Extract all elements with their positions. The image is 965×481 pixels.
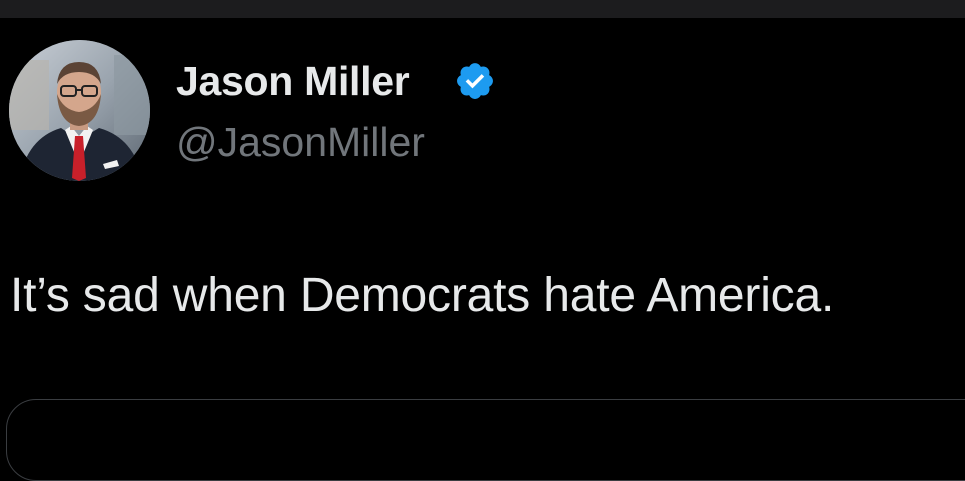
display-name[interactable]: Jason Miller <box>176 58 410 105</box>
top-bar <box>0 0 965 18</box>
verified-badge-icon <box>457 63 493 99</box>
author-handle[interactable]: @JasonMiller <box>176 119 425 166</box>
profile-photo <box>9 40 150 181</box>
tweet-text: It’s sad when Democrats hate America. <box>10 269 835 322</box>
avatar[interactable] <box>9 40 150 181</box>
embedded-card[interactable] <box>6 399 965 481</box>
